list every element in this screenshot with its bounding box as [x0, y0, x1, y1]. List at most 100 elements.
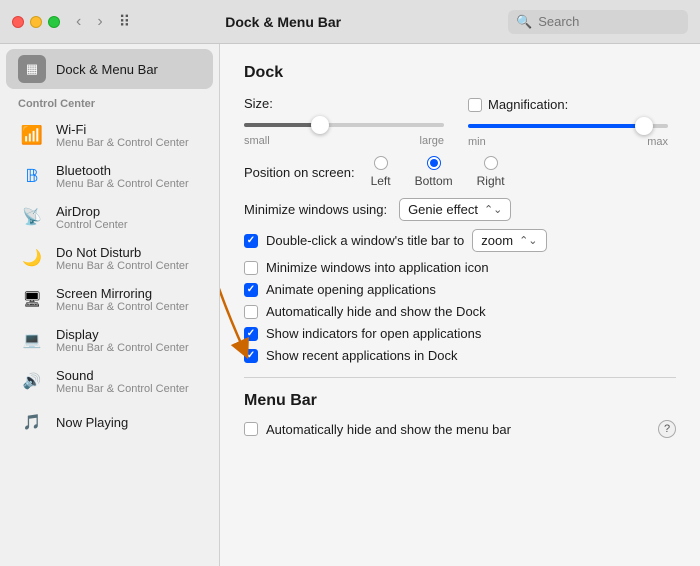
position-label: Position on screen: [244, 165, 355, 180]
bluetooth-label: Bluetooth [56, 163, 189, 178]
sidebar-item-sound[interactable]: 🔊 Sound Menu Bar & Control Center [6, 361, 213, 401]
autohide-dock-checkbox[interactable] [244, 305, 258, 319]
nowplaying-icon: 🎵 [18, 408, 46, 436]
recent-apps-row: Show recent applications in Dock [244, 348, 676, 363]
sound-icon: 🔊 [18, 367, 46, 395]
donotdisturb-label: Do Not Disturb [56, 245, 189, 260]
minimize-app-checkbox[interactable] [244, 261, 258, 275]
dock-section-title: Dock [244, 64, 676, 82]
display-sublabel: Menu Bar & Control Center [56, 342, 189, 354]
main-layout: ▦ Dock & Menu Bar Control Center 📶 Wi-Fi… [0, 44, 700, 566]
donotdisturb-sublabel: Menu Bar & Control Center [56, 260, 189, 272]
recent-apps-label: Show recent applications in Dock [266, 348, 458, 363]
size-slider-thumb[interactable] [311, 116, 329, 134]
radio-left[interactable] [374, 156, 388, 170]
magnification-label: Magnification: [488, 97, 568, 112]
doubleclick-label: Double-click a window's title bar to [266, 233, 464, 248]
mag-max-label: max [647, 136, 668, 148]
indicators-row: Show indicators for open applications [244, 326, 676, 341]
autohide-dock-row: Automatically hide and show the Dock [244, 304, 676, 319]
position-right[interactable]: Right [477, 156, 505, 188]
sidebar-item-airdrop[interactable]: 📡 AirDrop Control Center [6, 197, 213, 237]
doubleclick-value: zoom [481, 233, 513, 248]
traffic-lights [12, 16, 60, 28]
animate-row: Animate opening applications [244, 282, 676, 297]
doubleclick-row: Double-click a window's title bar to zoo… [244, 229, 676, 252]
size-small-label: small [244, 135, 270, 147]
sidebar-item-bluetooth[interactable]: 𝔹 Bluetooth Menu Bar & Control Center [6, 156, 213, 196]
bluetooth-sublabel: Menu Bar & Control Center [56, 178, 189, 190]
menubar-autohide-row: Automatically hide and show the menu bar… [244, 420, 676, 438]
content-area: Dock Size: small large [220, 44, 700, 566]
airdrop-sublabel: Control Center [56, 219, 128, 231]
minimize-label: Minimize windows using: [244, 202, 387, 217]
help-button[interactable]: ? [658, 420, 676, 438]
airdrop-label: AirDrop [56, 204, 128, 219]
wifi-sublabel: Menu Bar & Control Center [56, 137, 189, 149]
sound-label: Sound [56, 368, 189, 383]
search-icon: 🔍 [516, 14, 532, 30]
search-bar[interactable]: 🔍 [508, 10, 688, 34]
titlebar: ‹ › ⠿ Dock & Menu Bar 🔍 [0, 0, 700, 44]
window-title: Dock & Menu Bar [66, 14, 500, 30]
sidebar-item-screenmirroring[interactable]: 🖥 Screen Mirroring Menu Bar & Control Ce… [6, 279, 213, 319]
radio-right[interactable] [484, 156, 498, 170]
sidebar: ▦ Dock & Menu Bar Control Center 📶 Wi-Fi… [0, 44, 220, 566]
search-input[interactable] [538, 14, 678, 29]
screenmirroring-icon: 🖥 [18, 285, 46, 313]
screenmirroring-sublabel: Menu Bar & Control Center [56, 301, 189, 313]
bluetooth-icon: 𝔹 [18, 162, 46, 190]
sidebar-item-dock-menubar[interactable]: ▦ Dock & Menu Bar [6, 49, 213, 89]
display-label: Display [56, 327, 189, 342]
autohide-dock-label: Automatically hide and show the Dock [266, 304, 486, 319]
close-button[interactable] [12, 16, 24, 28]
position-bottom[interactable]: Bottom [415, 156, 453, 188]
minimize-value: Genie effect [408, 202, 478, 217]
animate-checkbox[interactable] [244, 283, 258, 297]
donotdisturb-icon: 🌙 [18, 244, 46, 272]
sound-sublabel: Menu Bar & Control Center [56, 383, 189, 395]
sidebar-item-display[interactable]: 💻 Display Menu Bar & Control Center [6, 320, 213, 360]
minimize-arrow-icon: ⌃⌄ [484, 203, 502, 216]
size-slider-track [244, 123, 444, 127]
position-bottom-label: Bottom [415, 174, 453, 188]
size-large-label: large [420, 135, 444, 147]
doubleclick-dropdown[interactable]: zoom ⌃⌄ [472, 229, 546, 252]
nowplaying-label: Now Playing [56, 415, 128, 430]
indicators-checkbox[interactable] [244, 327, 258, 341]
magnification-checkbox[interactable] [468, 98, 482, 112]
sidebar-item-nowplaying[interactable]: 🎵 Now Playing [6, 402, 213, 442]
menubar-autohide-label: Automatically hide and show the menu bar [266, 422, 511, 437]
sidebar-item-donotdisturb[interactable]: 🌙 Do Not Disturb Menu Bar & Control Cent… [6, 238, 213, 278]
position-radio-group: Left Bottom Right [371, 156, 505, 188]
recent-apps-checkbox[interactable] [244, 349, 258, 363]
dock-menubar-icon: ▦ [18, 55, 46, 83]
mag-slider-thumb[interactable] [635, 117, 653, 135]
minimize-app-row: Minimize windows into application icon [244, 260, 676, 275]
radio-bottom[interactable] [427, 156, 441, 170]
screenmirroring-label: Screen Mirroring [56, 286, 189, 301]
animate-label: Animate opening applications [266, 282, 436, 297]
wifi-label: Wi-Fi [56, 122, 189, 137]
position-right-label: Right [477, 174, 505, 188]
doubleclick-arrow-icon: ⌃⌄ [519, 234, 537, 247]
wifi-icon: 📶 [18, 121, 46, 149]
section-divider [244, 377, 676, 378]
mag-min-label: min [468, 136, 486, 148]
minimize-app-label: Minimize windows into application icon [266, 260, 489, 275]
minimize-dropdown[interactable]: Genie effect ⌃⌄ [399, 198, 511, 221]
display-icon: 💻 [18, 326, 46, 354]
control-center-header: Control Center [0, 90, 219, 114]
menubar-autohide-checkbox[interactable] [244, 422, 258, 436]
position-left-label: Left [371, 174, 391, 188]
menubar-section-title: Menu Bar [244, 392, 317, 410]
minimize-button[interactable] [30, 16, 42, 28]
sidebar-item-wifi[interactable]: 📶 Wi-Fi Menu Bar & Control Center [6, 115, 213, 155]
airdrop-icon: 📡 [18, 203, 46, 231]
indicators-label: Show indicators for open applications [266, 326, 481, 341]
fullscreen-button[interactable] [48, 16, 60, 28]
sidebar-dock-label: Dock & Menu Bar [56, 62, 158, 77]
doubleclick-checkbox[interactable] [244, 234, 258, 248]
size-label: Size: [244, 96, 273, 111]
position-left[interactable]: Left [371, 156, 391, 188]
